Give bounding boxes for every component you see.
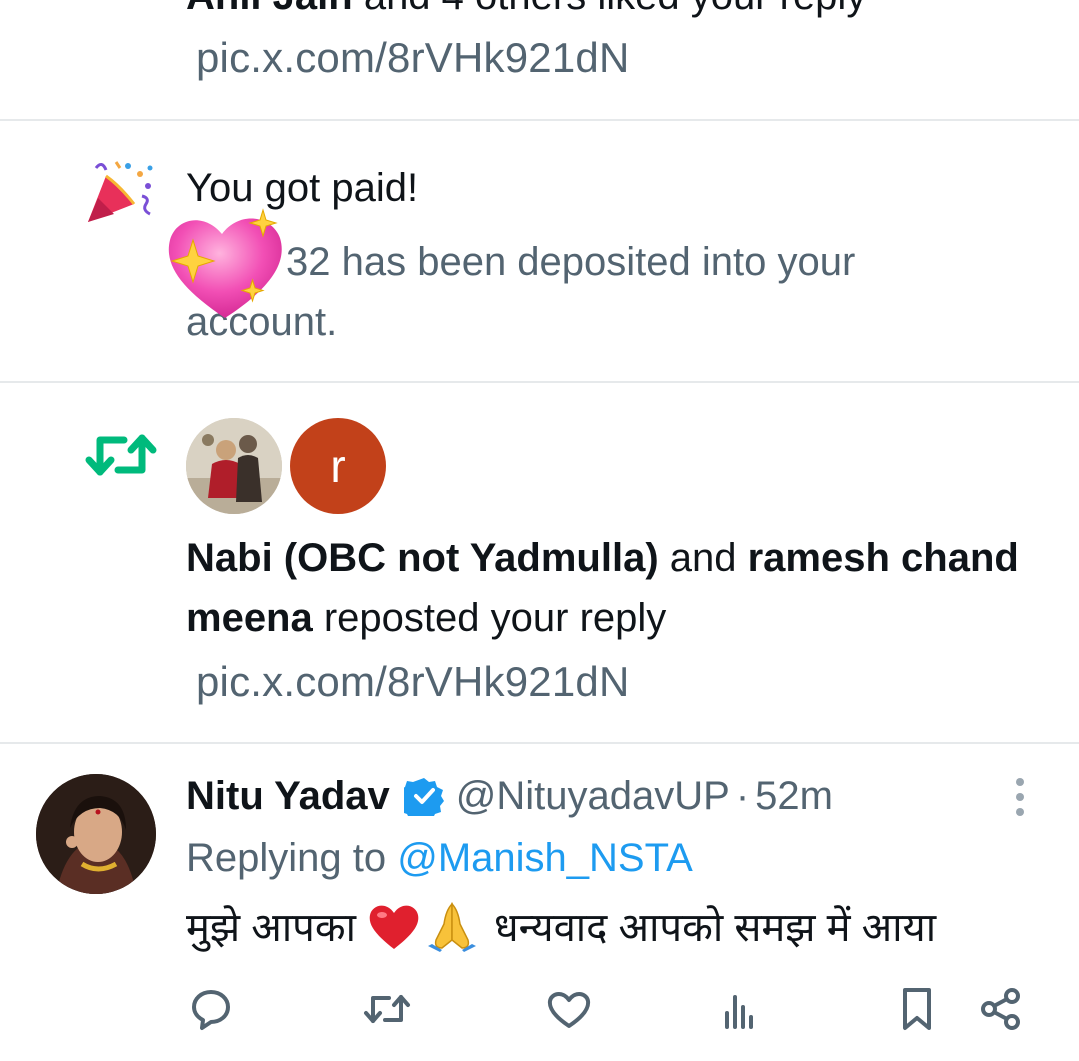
red-heart-icon <box>369 905 419 949</box>
sparkling-heart-sticker <box>160 206 290 326</box>
like-button[interactable] <box>544 984 594 1034</box>
avatar-letter: r <box>330 440 346 492</box>
avatar[interactable] <box>36 774 156 894</box>
dot-icon <box>1016 778 1024 786</box>
avatar[interactable]: r <box>290 418 386 514</box>
connector-text: and <box>658 536 748 580</box>
divider <box>0 381 1079 383</box>
verified-badge-icon <box>403 778 444 816</box>
notifications-page: Anil Jain and 4 others liked your reply … <box>0 0 1079 1061</box>
separator-dot: · <box>735 773 750 818</box>
tweet-text-part: मुझे आपका <box>186 906 356 950</box>
bookmark-button[interactable] <box>892 984 942 1034</box>
paid-body: 32 has been deposited into your account. <box>186 232 1006 352</box>
avatar[interactable] <box>186 418 282 514</box>
share-icon <box>981 988 1020 1030</box>
mention-link[interactable]: @Manish_NSTA <box>397 836 693 880</box>
replying-label: Replying to <box>186 836 398 880</box>
views-button[interactable] <box>714 984 764 1034</box>
paid-title: You got paid! <box>186 166 419 210</box>
views-icon <box>725 995 753 1029</box>
tweet-text: मुझे आपका धन्यवाद आपको समझ में आया <box>186 898 936 953</box>
liker-name[interactable]: Anil Jain <box>186 0 353 18</box>
retweet-button[interactable] <box>362 984 412 1034</box>
repost-icon <box>84 428 158 482</box>
replying-to: Replying to @Manish_NSTA <box>186 836 693 881</box>
share-button[interactable] <box>976 984 1026 1034</box>
repost-media-link[interactable]: pic.x.com/8rVHk921dN <box>196 658 630 706</box>
author-name[interactable]: Nitu Yadav <box>186 774 390 819</box>
folded-hands-icon <box>427 901 476 952</box>
top-notification-text: Anil Jain and 4 others liked your reply <box>186 0 866 19</box>
more-options-button[interactable] <box>1000 774 1040 820</box>
top-media-link[interactable]: pic.x.com/8rVHk921dN <box>196 34 630 82</box>
party-popper-icon <box>84 156 156 228</box>
divider <box>0 742 1079 744</box>
reply-icon <box>192 990 230 1030</box>
tweet-header: Nitu Yadav @NituyadavUP · 52m <box>186 768 833 824</box>
reposter-name[interactable]: Nabi (OBC not Yadmulla) <box>186 536 659 580</box>
retweet-icon <box>364 995 410 1023</box>
repost-notification-text: Nabi (OBC not Yadmulla) and ramesh chand… <box>186 528 1036 648</box>
author-handle[interactable]: @NituyadavUP <box>456 774 730 819</box>
dot-icon <box>1016 808 1024 816</box>
reply-button[interactable] <box>186 984 236 1034</box>
tweet-text-part: धन्यवाद आपको समझ में आया <box>493 906 937 950</box>
bookmark-icon <box>903 988 931 1030</box>
divider <box>0 119 1079 121</box>
like-icon <box>547 992 591 1028</box>
like-notification-rest: and 4 others liked your reply <box>353 0 867 18</box>
tweet-timestamp[interactable]: 52m <box>755 774 833 819</box>
repost-action-text: reposted your reply <box>312 596 667 640</box>
dot-icon <box>1016 793 1024 801</box>
